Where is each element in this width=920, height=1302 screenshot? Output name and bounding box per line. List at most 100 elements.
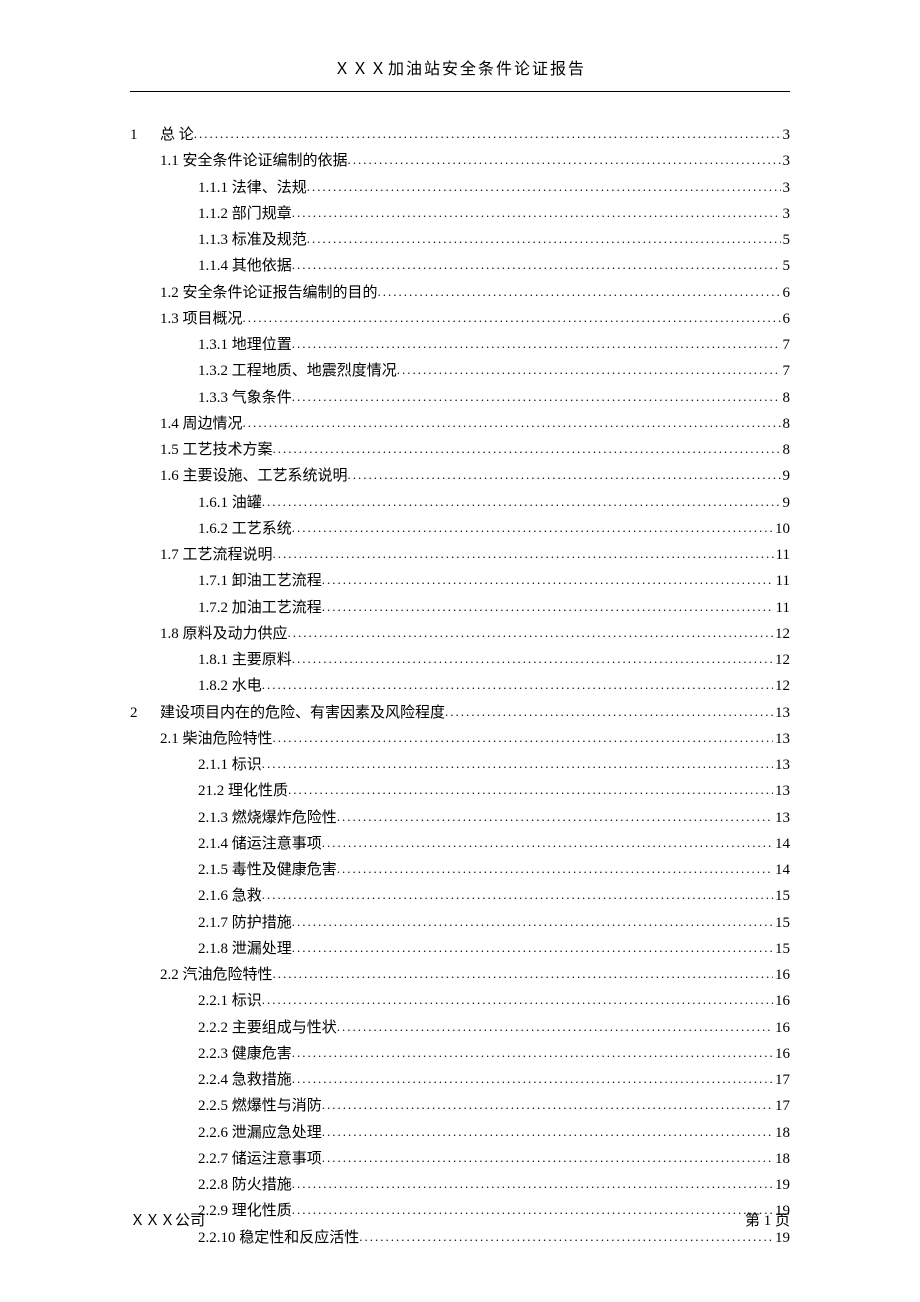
toc-entry: 1总 论3 (130, 122, 790, 148)
toc-entry: 2.2.8 防火措施19 (130, 1172, 790, 1198)
toc-entry-page: 11 (774, 568, 790, 594)
toc-entry-page: 7 (781, 332, 791, 358)
toc-entry-page: 13 (773, 752, 790, 778)
toc-entry-title: 2.1.4 储运注意事项 (198, 831, 322, 857)
toc-entry-page: 5 (781, 253, 791, 279)
toc-leader-dots (292, 386, 781, 409)
toc-entry: 2.1.3 燃烧爆炸危险性13 (130, 805, 790, 831)
toc-entry: 1.7 工艺流程说明 11 (130, 542, 790, 568)
toc-leader-dots (397, 359, 781, 382)
toc-entry: 1.5 工艺技术方案 8 (130, 437, 790, 463)
toc-entry-title: 2.1.3 燃烧爆炸危险性 (198, 805, 337, 831)
toc-entry-title: 1.7 工艺流程说明 (160, 542, 273, 568)
toc-entry-page: 16 (773, 1015, 790, 1041)
toc-entry-title: 总 论 (160, 122, 194, 148)
page-title: ＸＸＸ加油站安全条件论证报告 (130, 55, 790, 79)
toc-leader-dots (322, 1147, 773, 1170)
toc-entry-title: 2.2.4 急救措施 (198, 1067, 292, 1093)
toc-entry: 1.1.2 部门规章3 (130, 201, 790, 227)
toc-leader-dots (307, 176, 781, 199)
toc-leader-dots (337, 806, 773, 829)
toc-entry: 2.1.7 防护措施15 (130, 910, 790, 936)
toc-entry: 1.1 安全条件论证编制的依据3 (130, 148, 790, 174)
toc-entry-title: 21.2 理化性质 (198, 778, 288, 804)
toc-leader-dots (273, 727, 773, 750)
toc-leader-dots (337, 1016, 773, 1039)
footer-company: ＸＸＸ公司 (130, 1209, 205, 1230)
toc-entry: 2.2.6 泄漏应急处理 18 (130, 1120, 790, 1146)
toc-entry-title: 1.8.1 主要原料 (198, 647, 292, 673)
toc-entry-page: 15 (773, 883, 790, 909)
toc-leader-dots (292, 1173, 773, 1196)
toc-entry-title: 2.2 汽油危险特性 (160, 962, 273, 988)
toc-entry: 1.7.2 加油工艺流程11 (130, 595, 790, 621)
toc-entry-page: 11 (774, 595, 790, 621)
toc-leader-dots (262, 884, 773, 907)
toc-entry: 1.8.1 主要原料12 (130, 647, 790, 673)
toc-entry: 1.1.3 标准及规范5 (130, 227, 790, 253)
toc-entry: 1.3 项目概况6 (130, 306, 790, 332)
toc-entry: 1.4 周边情况8 (130, 411, 790, 437)
toc-entry-page: 10 (773, 516, 790, 542)
toc-entry-page: 18 (773, 1146, 790, 1172)
toc-entry-title: 2.2.5 燃爆性与消防 (198, 1093, 322, 1119)
toc-leader-dots (322, 596, 774, 619)
toc-entry-page: 11 (774, 542, 790, 568)
toc-entry: 2建设项目内在的危险、有害因素及风险程度13 (130, 700, 790, 726)
toc-leader-dots (292, 517, 773, 540)
toc-entry-page: 3 (781, 122, 791, 148)
toc-leader-dots (243, 412, 781, 435)
toc-leader-dots (292, 911, 773, 934)
toc-entry: 2.2.2 主要组成与性状 16 (130, 1015, 790, 1041)
toc-entry-title: 1.6.2 工艺系统 (198, 516, 292, 542)
toc-entry: 1.6.1 油罐9 (130, 490, 790, 516)
header-divider (130, 91, 790, 92)
toc-entry-title: 2.1.8 泄漏处理 (198, 936, 292, 962)
toc-chapter-number: 2 (130, 700, 160, 726)
toc-entry-page: 14 (773, 831, 790, 857)
toc-entry-page: 8 (781, 437, 791, 463)
toc-leader-dots (322, 1094, 773, 1117)
toc-entry-title: 2.2.6 泄漏应急处理 (198, 1120, 322, 1146)
toc-entry-page: 15 (773, 936, 790, 962)
toc-leader-dots (273, 963, 773, 986)
toc-entry: 2.1.1 标识13 (130, 752, 790, 778)
toc-entry-title: 1.1.4 其他依据 (198, 253, 292, 279)
toc-entry: 1.3.3 气象条件8 (130, 385, 790, 411)
toc-entry-title: 1.1 安全条件论证编制的依据 (160, 148, 348, 174)
toc-entry: 1.6 主要设施、工艺系统说明9 (130, 463, 790, 489)
toc-leader-dots (292, 648, 773, 671)
toc-entry: 2.2.7 储运注意事项18 (130, 1146, 790, 1172)
toc-entry: 2.2.1 标识16 (130, 988, 790, 1014)
table-of-contents: 1总 论31.1 安全条件论证编制的依据31.1.1 法律、法规31.1.2 部… (130, 122, 790, 1251)
toc-entry: 1.8 原料及动力供应12 (130, 621, 790, 647)
toc-entry-title: 1.2 安全条件论证报告编制的目的 (160, 280, 378, 306)
toc-entry-title: 1.5 工艺技术方案 (160, 437, 273, 463)
toc-entry-title: 1.1.3 标准及规范 (198, 227, 307, 253)
toc-leader-dots (273, 543, 774, 566)
toc-entry-title: 1.6.1 油罐 (198, 490, 262, 516)
toc-leader-dots (307, 228, 781, 251)
toc-entry-page: 12 (773, 673, 790, 699)
toc-entry-page: 16 (773, 1041, 790, 1067)
toc-entry: 1.1.1 法律、法规3 (130, 175, 790, 201)
toc-entry: 1.8.2 水电12 (130, 673, 790, 699)
toc-entry-page: 16 (773, 988, 790, 1014)
toc-entry-title: 2.1 柴油危险特性 (160, 726, 273, 752)
toc-entry-page: 16 (773, 962, 790, 988)
toc-entry-title: 2.2.2 主要组成与性状 (198, 1015, 337, 1041)
toc-entry-title: 2.2.3 健康危害 (198, 1041, 292, 1067)
toc-leader-dots (262, 989, 773, 1012)
toc-entry-page: 6 (781, 306, 791, 332)
toc-leader-dots (194, 123, 781, 146)
page-footer: ＸＸＸ公司 第 1 页 (130, 1209, 790, 1230)
toc-entry-page: 18 (773, 1120, 790, 1146)
toc-entry-page: 3 (781, 175, 791, 201)
toc-entry: 2.2.4 急救措施 17 (130, 1067, 790, 1093)
toc-entry-title: 2.2.8 防火措施 (198, 1172, 292, 1198)
toc-entry: 2.1 柴油危险特性13 (130, 726, 790, 752)
toc-leader-dots (273, 438, 781, 461)
toc-leader-dots (445, 701, 773, 724)
toc-entry-page: 17 (773, 1067, 790, 1093)
toc-leader-dots (292, 1042, 773, 1065)
